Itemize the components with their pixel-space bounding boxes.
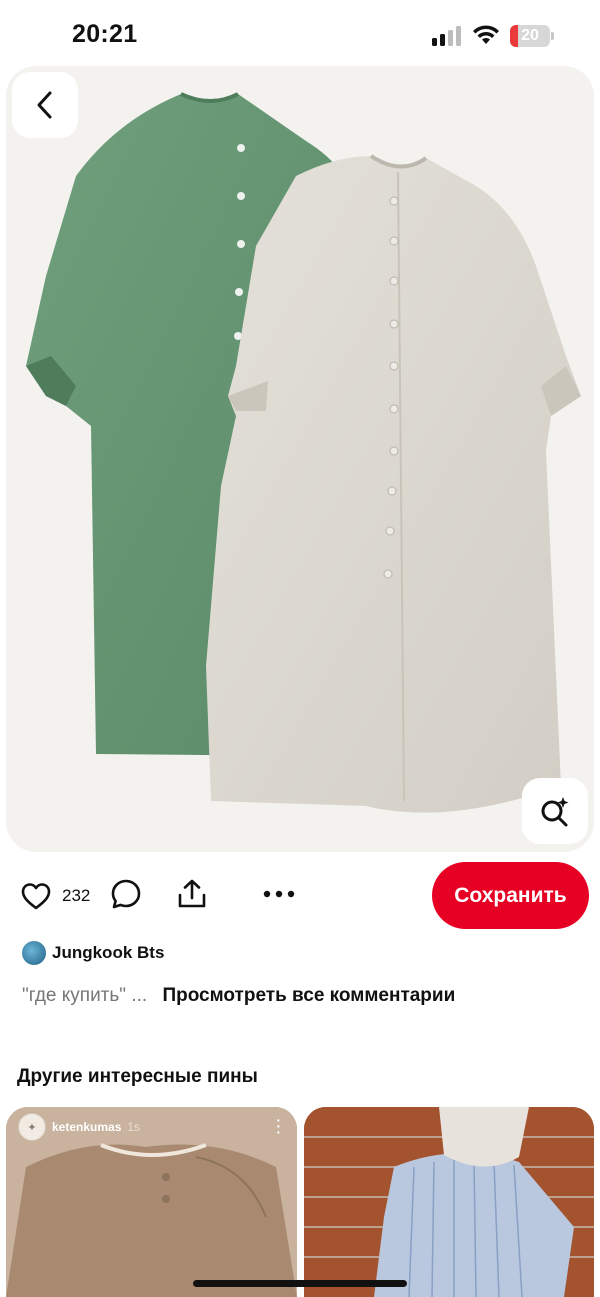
more-pins-title: Другие интересные пины (17, 1066, 258, 1087)
related-pin[interactable]: ✦ ketenkumas 1s · · · (6, 1107, 297, 1297)
save-button[interactable]: Сохранить (432, 862, 589, 929)
visual-search-icon (541, 797, 569, 827)
heart-icon (21, 883, 51, 910)
more-options-button[interactable] (262, 878, 296, 910)
wifi-icon (473, 25, 499, 44)
avatar (22, 941, 46, 965)
comment-row: "где купить" ... Просмотреть все коммент… (22, 985, 455, 1007)
view-all-comments-link[interactable]: Просмотреть все комментарии (162, 985, 455, 1006)
back-button[interactable] (12, 72, 78, 138)
related-pin[interactable] (304, 1107, 594, 1297)
share-button[interactable] (176, 878, 208, 910)
pin-more-icon[interactable]: · · · (276, 1113, 281, 1139)
pin-actions: 232 Сохранить (0, 860, 600, 930)
pin-author-avatar: ✦ (18, 1113, 46, 1141)
battery-icon: 20 (510, 25, 554, 47)
battery-level: 20 (521, 27, 539, 44)
comment-author[interactable]: Jungkook Bts (22, 940, 164, 966)
comment-author-name: Jungkook Bts (52, 943, 165, 962)
pin-author[interactable]: ✦ ketenkumas 1s (18, 1113, 140, 1141)
pin-thumbnail (304, 1107, 594, 1297)
pin-author-name: ketenkumas (52, 1120, 122, 1134)
comment-preview[interactable]: "где купить" ... (22, 985, 147, 1006)
ellipsis-icon (263, 890, 295, 898)
chevron-left-icon (37, 91, 52, 119)
share-icon (178, 879, 206, 908)
pin-image[interactable] (6, 66, 594, 852)
dress-illustration (26, 92, 581, 813)
like-button[interactable] (20, 880, 52, 912)
like-count: 232 (62, 886, 91, 905)
comment-button[interactable] (110, 878, 142, 910)
signal-icon (432, 26, 461, 46)
status-time: 20:21 (72, 20, 138, 48)
status-bar: 20:21 20 (0, 0, 600, 66)
pin-age: 1s (127, 1120, 141, 1134)
home-indicator (193, 1280, 407, 1287)
visual-search-button[interactable] (522, 778, 588, 844)
speech-bubble-icon (111, 879, 141, 909)
